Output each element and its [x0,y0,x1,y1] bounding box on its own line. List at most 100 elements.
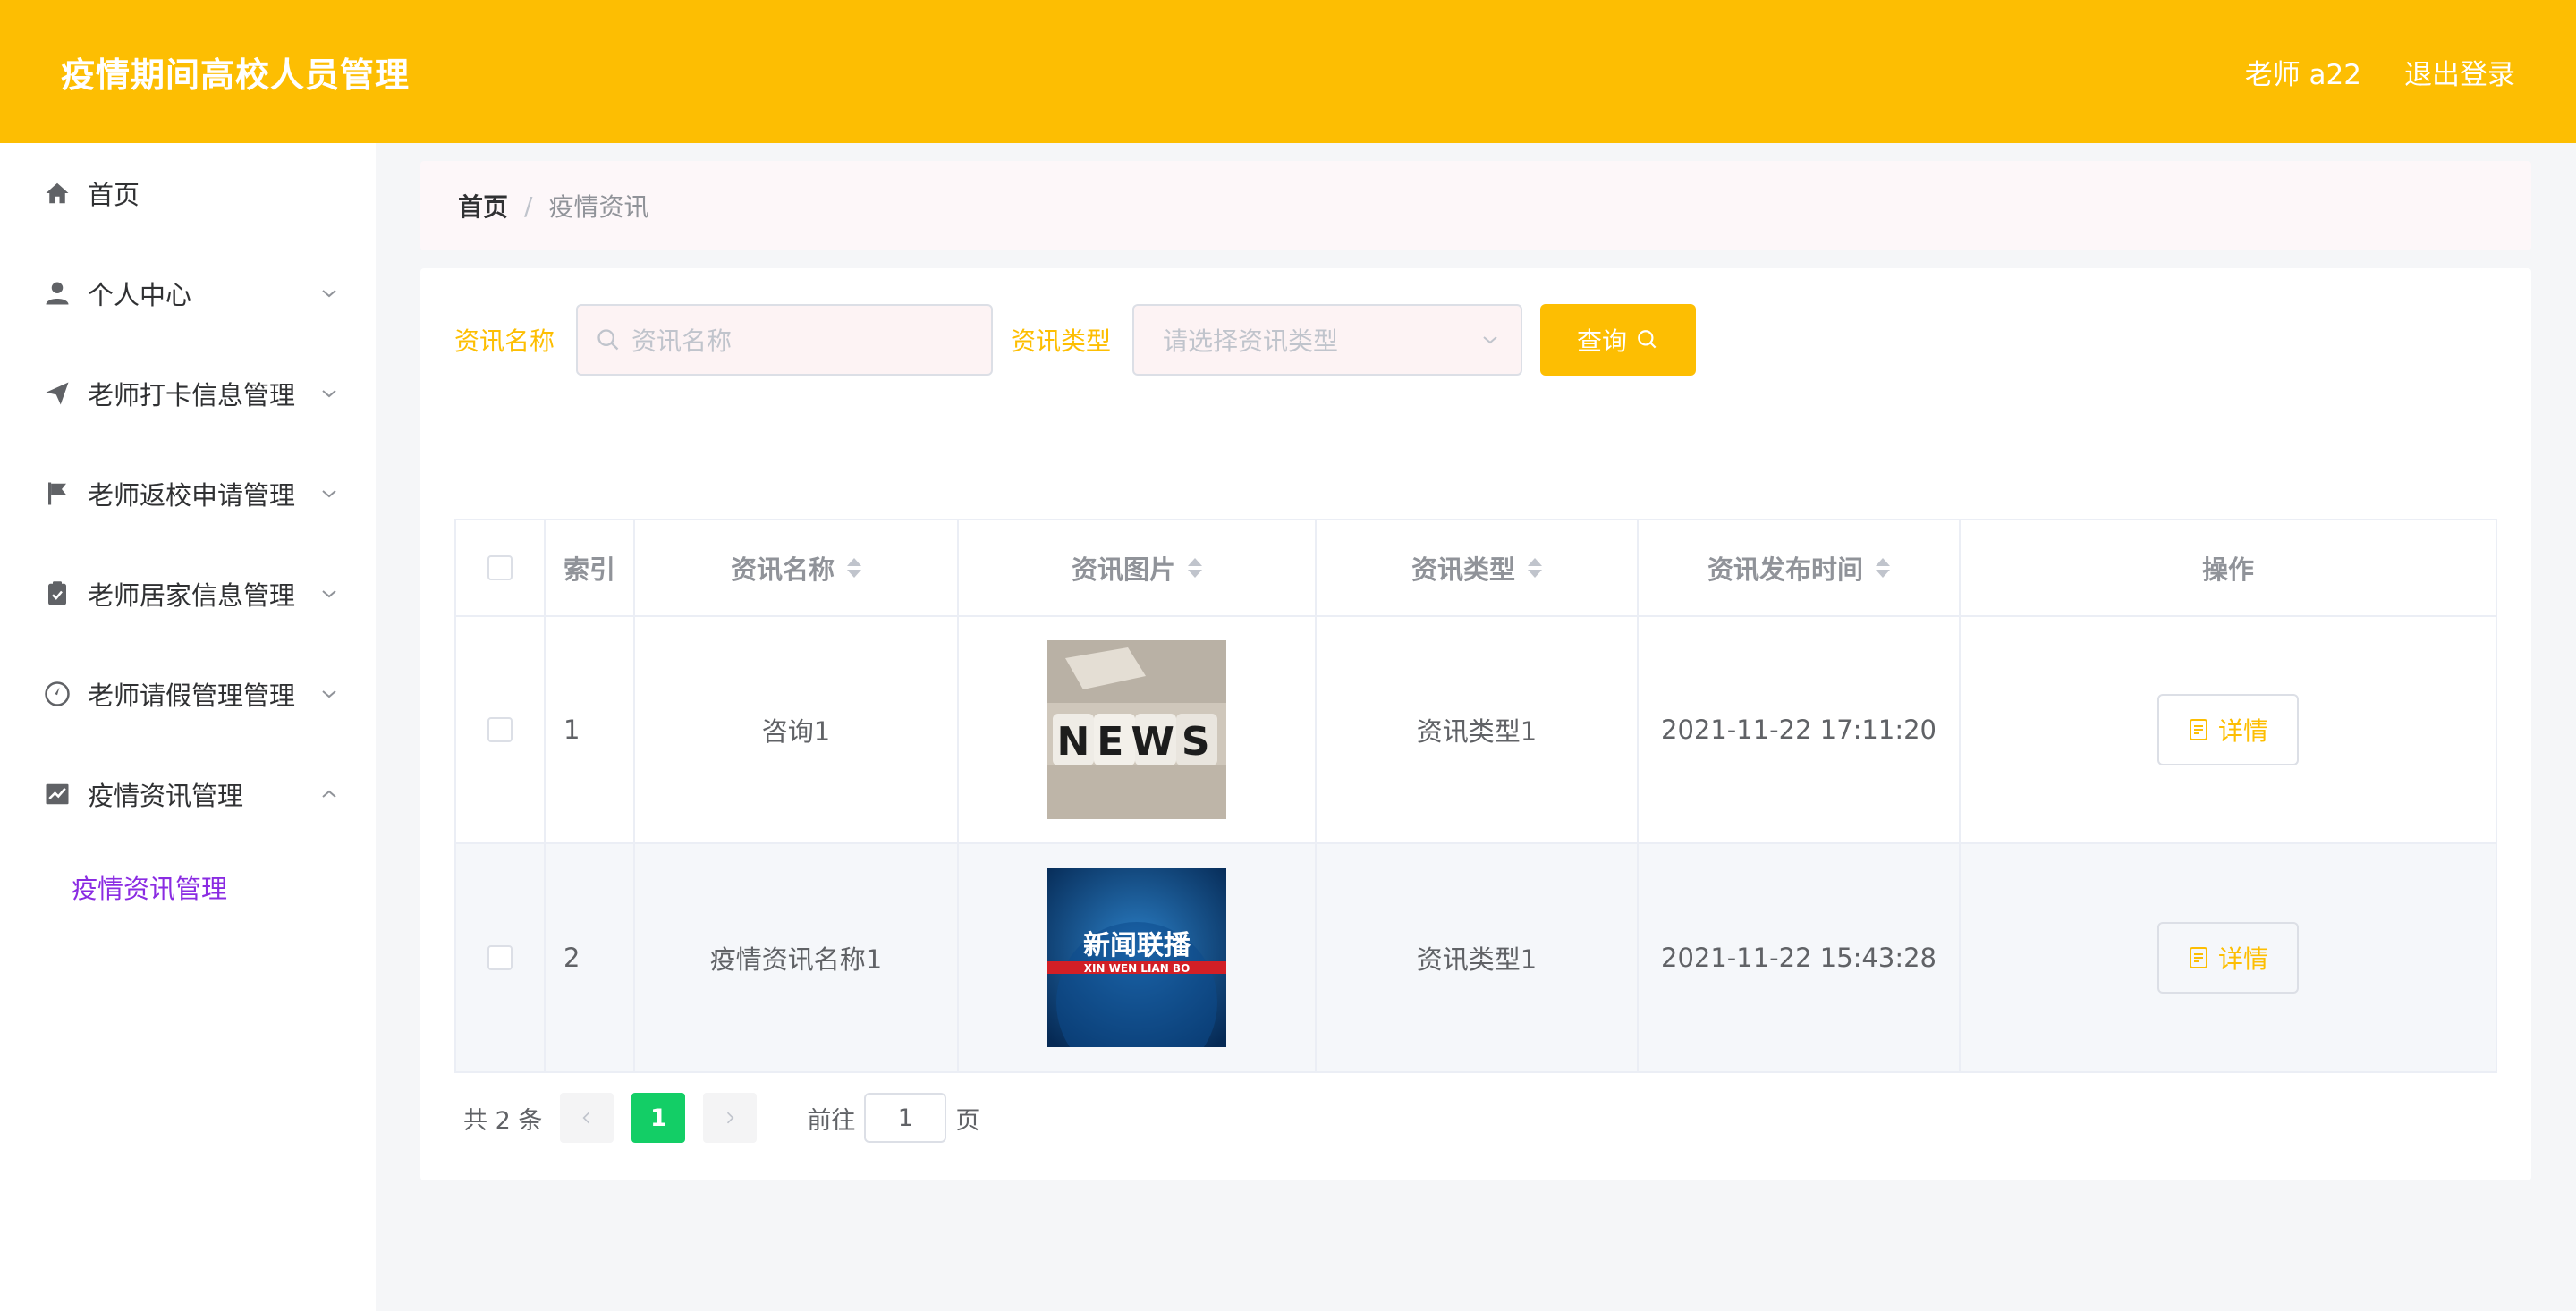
next-page-button[interactable] [703,1093,758,1143]
flag-icon [43,479,72,508]
top-header: 疫情期间高校人员管理 老师 a22 退出登录 [0,0,2576,143]
header-label: 资讯类型 [1411,554,1515,585]
sort-icon[interactable] [847,558,861,578]
chevron-left-icon [582,1112,590,1124]
page-suffix: 页 [955,1106,980,1135]
sidebar-item-label: 老师返校申请管理 [88,480,296,511]
header-label: 资讯发布时间 [1707,554,1863,585]
row-news-type: 资讯类型1 [1317,617,1639,842]
document-icon [2189,719,2207,740]
table-row: 1 咨询1 NEWS 资讯类型1 2021-11-22 17:11:20 详情 [456,617,2496,844]
sort-icon[interactable] [1876,558,1890,578]
header-actions: 老师 a22 退出登录 [2245,52,2515,92]
xinwen-en-text: XIN WEN LIAN BO [1084,962,1191,975]
header-publish-time[interactable]: 资讯发布时间 [1639,520,1961,615]
chevron-down-icon [322,390,336,398]
sidebar-item-home[interactable]: 首页 [0,143,376,243]
chevron-down-icon [322,490,336,498]
news-type-label: 资讯类型 [1011,326,1112,356]
logout-button[interactable]: 退出登录 [2404,52,2515,92]
detail-button-label: 详情 [2217,944,2268,974]
sidebar-item-label: 首页 [88,180,140,210]
table-header: 索引 资讯名称 资讯图片 资讯类型 资讯发布时间 操作 [456,520,2496,617]
news-name-label: 资讯名称 [454,326,555,356]
news-name-placeholder: 资讯名称 [631,326,733,356]
header-label: 资讯图片 [1071,554,1175,585]
chevron-down-icon [322,690,336,698]
sidebar-item-personal-center[interactable]: 个人中心 [0,243,376,343]
row-index: 2 [546,844,635,1071]
xinwen-lianbo-image: 新闻联播 XIN WEN LIAN BO [1047,868,1226,1047]
chart-icon [43,780,72,808]
row-publish-time: 2021-11-22 15:43:28 [1639,844,1961,1071]
query-button-label: 查询 [1577,326,1628,356]
chevron-down-icon [322,590,336,598]
row-news-name: 咨询1 [635,617,959,842]
submenu-item-epidemic-news-manage[interactable]: 疫情资讯管理 [0,844,376,930]
row-checkbox[interactable] [487,945,513,970]
news-type-placeholder: 请选择资讯类型 [1163,326,1339,356]
select-all-checkbox[interactable] [487,555,513,580]
send-icon [43,379,72,408]
detail-button[interactable]: 详情 [2157,922,2299,994]
content-card: 资讯名称 资讯名称 资讯类型 请选择资讯类型 查询 索引 资讯名称 资讯图片 资… [420,268,2531,1180]
row-index: 1 [546,617,635,842]
compass-icon [43,680,72,708]
query-button[interactable]: 查询 [1540,304,1697,376]
header-select-cell [456,520,546,615]
header-news-image[interactable]: 资讯图片 [959,520,1317,615]
breadcrumb-current: 疫情资讯 [548,192,649,222]
row-news-type: 资讯类型1 [1317,844,1639,1071]
sidebar-item-teacher-checkin[interactable]: 老师打卡信息管理 [0,343,376,444]
news-table: 索引 资讯名称 资讯图片 资讯类型 资讯发布时间 操作 1 咨询1 NEWS 资… [454,519,2497,1073]
row-publish-time: 2021-11-22 17:11:20 [1639,617,1961,842]
header-label: 资讯名称 [730,554,835,585]
search-form: 资讯名称 资讯名称 资讯类型 请选择资讯类型 查询 [454,304,1697,376]
header-news-name[interactable]: 资讯名称 [635,520,959,615]
sidebar-item-label: 老师居家信息管理 [88,580,296,611]
user-icon [43,279,72,308]
breadcrumb-home[interactable]: 首页 [458,188,508,224]
sidebar: 首页 个人中心 老师打卡信息管理 老师返校申请管理 老师居家信息管理 老师请假管… [0,143,376,1311]
page-number-current[interactable]: 1 [631,1093,686,1143]
prev-page-button[interactable] [560,1093,614,1143]
news-dice-image: NEWS [1047,640,1226,819]
detail-button-label: 详情 [2217,716,2268,746]
news-type-select[interactable]: 请选择资讯类型 [1132,304,1523,376]
sidebar-item-label: 老师打卡信息管理 [88,380,296,410]
sidebar-item-teacher-leave[interactable]: 老师请假管理管理 [0,644,376,744]
current-user[interactable]: 老师 a22 [2245,52,2361,92]
chevron-down-icon [322,290,336,298]
row-select-cell [456,617,546,842]
header-news-type[interactable]: 资讯类型 [1317,520,1639,615]
document-icon [2189,947,2207,968]
header-index: 索引 [546,520,635,615]
sidebar-item-label: 个人中心 [88,280,192,310]
row-checkbox[interactable] [487,717,513,742]
sidebar-item-label: 老师请假管理管理 [88,681,296,711]
sidebar-item-label: 疫情资讯管理 [88,781,244,811]
search-icon [1638,330,1657,349]
total-count: 共 2 条 [463,1106,543,1135]
search-icon [597,329,619,351]
chevron-down-icon [1483,336,1497,344]
chevron-up-icon [322,790,336,798]
sidebar-item-teacher-home-info[interactable]: 老师居家信息管理 [0,544,376,644]
sort-icon[interactable] [1528,558,1542,578]
pagination: 共 2 条 1 前往 1 页 [463,1093,979,1143]
goto-label: 前往 [807,1106,856,1135]
news-image-text: NEWS [1056,719,1216,765]
detail-button[interactable]: 详情 [2157,694,2299,765]
page-jump-input[interactable]: 1 [864,1093,947,1143]
sidebar-item-teacher-return[interactable]: 老师返校申请管理 [0,444,376,544]
chevron-right-icon [727,1112,734,1124]
news-name-input[interactable]: 资讯名称 [576,304,994,376]
sidebar-item-epidemic-news[interactable]: 疫情资讯管理 [0,744,376,844]
sort-icon[interactable] [1188,558,1202,578]
row-news-image-cell: NEWS [959,617,1317,842]
breadcrumb-separator: / [524,190,533,221]
row-select-cell [456,844,546,1071]
xinwen-cn-text: 新闻联播 [1083,930,1191,961]
row-actions: 详情 [1961,844,2496,1071]
home-icon [43,179,72,207]
